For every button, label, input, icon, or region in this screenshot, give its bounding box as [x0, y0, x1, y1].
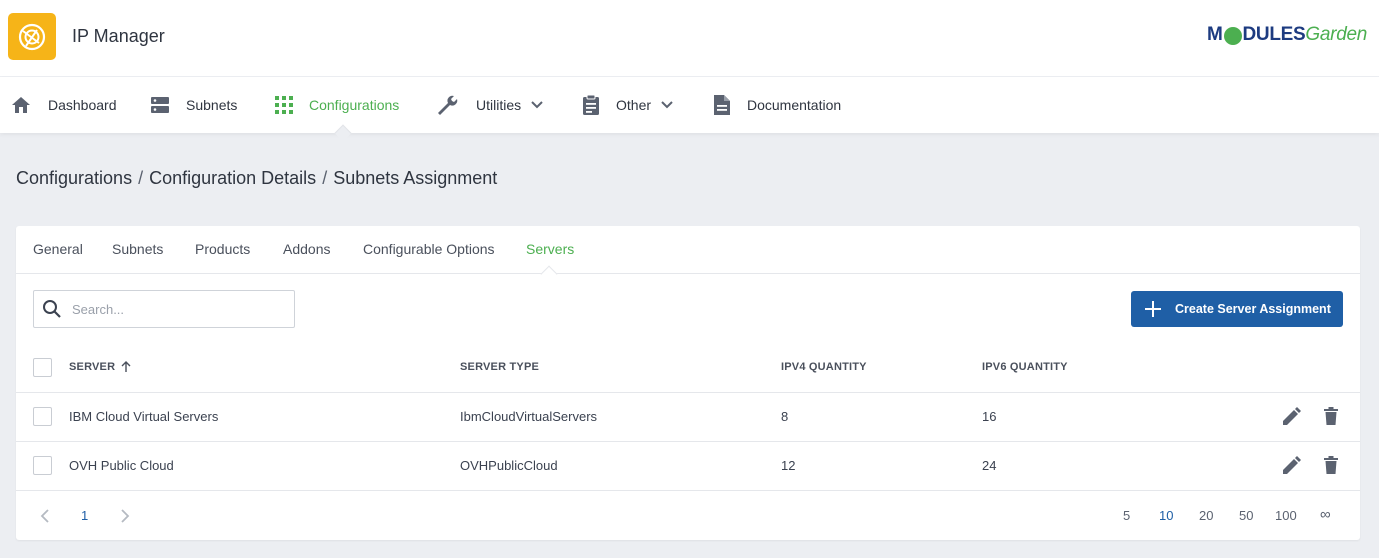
nav-item-utilities[interactable]: Utilities — [436, 77, 543, 133]
brand-text-mid: DULES — [1242, 24, 1306, 45]
nav-item-subnets[interactable]: Subnets — [150, 77, 237, 133]
nav-label: Utilities — [476, 97, 522, 113]
nav-label: Other — [616, 97, 652, 113]
cell-server: IBM Cloud Virtual Servers — [69, 409, 219, 424]
previous-page-icon[interactable] — [40, 509, 50, 523]
row-divider — [16, 392, 1360, 393]
cell-server-type: OVHPublicCloud — [460, 458, 558, 473]
tab-products[interactable]: Products — [195, 241, 250, 257]
search-input[interactable] — [72, 301, 272, 317]
row-checkbox[interactable] — [33, 456, 52, 475]
next-page-icon[interactable] — [120, 509, 130, 523]
column-header-server-type[interactable]: SERVER TYPE — [460, 361, 539, 373]
app-title: IP Manager — [72, 26, 165, 46]
column-label: SERVER — [69, 361, 116, 373]
brand-text-left: M — [1206, 24, 1223, 45]
create-server-assignment-button[interactable]: Create Server Assignment — [1131, 291, 1343, 327]
brand-text-right: Garden — [1305, 24, 1367, 45]
nav-item-configurations[interactable]: Configurations — [275, 77, 399, 133]
search-icon — [43, 300, 61, 318]
page-size-10[interactable]: 10 — [1159, 508, 1173, 523]
page-size-100[interactable]: 100 — [1275, 508, 1297, 523]
create-button-label: Create Server Assignment — [1175, 302, 1331, 316]
wrench-icon — [438, 95, 458, 115]
column-header-ipv6-quantity[interactable]: IPV6 QUANTITY — [982, 361, 1068, 373]
breadcrumb-item-configuration-details[interactable]: Configuration Details — [149, 168, 316, 188]
breadcrumb-separator: / — [138, 168, 144, 188]
cell-server-type: IbmCloudVirtualServers — [460, 409, 598, 424]
breadcrumb-item-subnets-assignment: Subnets Assignment — [333, 168, 498, 188]
nav-label: Configurations — [309, 97, 400, 113]
main-nav: Dashboard Subnets Configurations Utiliti… — [0, 77, 1379, 133]
nav-label: Dashboard — [48, 97, 117, 113]
cell-ipv6-quantity: 16 — [982, 409, 997, 424]
modulesgarden-logo[interactable]: M DULES Garden — [1207, 24, 1367, 46]
page-size-50[interactable]: 50 — [1239, 508, 1253, 523]
top-header: IP Manager M DULES Garden — [0, 0, 1379, 77]
edit-icon[interactable] — [1281, 456, 1301, 476]
chevron-down-icon — [531, 101, 543, 109]
sort-ascending-icon — [121, 361, 131, 372]
breadcrumb-item-configurations[interactable]: Configurations — [16, 168, 132, 188]
page-number-current[interactable]: 1 — [81, 508, 88, 523]
edit-icon[interactable] — [1281, 407, 1301, 427]
row-divider — [16, 441, 1360, 442]
search-box — [33, 290, 295, 328]
home-icon — [12, 97, 30, 113]
grid-icon — [275, 96, 293, 114]
plus-icon — [1145, 301, 1161, 317]
tab-subnets[interactable]: Subnets — [112, 241, 163, 257]
cell-ipv4-quantity: 12 — [781, 458, 796, 473]
nav-label: Documentation — [747, 97, 842, 113]
column-header-ipv4-quantity[interactable]: IPV4 QUANTITY — [781, 361, 867, 373]
row-checkbox[interactable] — [33, 407, 52, 426]
cell-ipv4-quantity: 8 — [781, 409, 789, 424]
row-divider — [16, 490, 1360, 491]
breadcrumb-separator: / — [322, 168, 328, 188]
cell-server: OVH Public Cloud — [69, 458, 174, 473]
select-all-checkbox[interactable] — [33, 358, 52, 377]
nav-item-other[interactable]: Other — [582, 77, 673, 133]
page-size-20[interactable]: 20 — [1199, 508, 1213, 523]
globe-icon — [1223, 27, 1242, 45]
cell-ipv6-quantity: 24 — [982, 458, 997, 473]
breadcrumb: Configurations / Configuration Details / Sub… — [16, 168, 497, 189]
delete-icon[interactable] — [1324, 456, 1338, 474]
clipboard-icon — [583, 94, 599, 115]
column-header-server[interactable]: SERVER — [69, 361, 131, 373]
nav-item-documentation[interactable]: Documentation — [713, 77, 841, 133]
page-size-all[interactable]: ∞ — [1320, 506, 1331, 523]
document-icon — [714, 95, 730, 115]
page-size-5[interactable]: 5 — [1123, 508, 1130, 523]
nav-label: Subnets — [186, 97, 238, 113]
tab-servers[interactable]: Servers — [526, 241, 574, 257]
tab-bar: General Subnets Products Addons Configur… — [16, 226, 1360, 274]
servers-card: General Subnets Products Addons Configur… — [16, 226, 1360, 540]
tab-configurable-options[interactable]: Configurable Options — [363, 241, 495, 257]
delete-icon[interactable] — [1324, 407, 1338, 425]
tab-general[interactable]: General — [33, 241, 83, 257]
chevron-down-icon — [661, 101, 673, 109]
tab-addons[interactable]: Addons — [283, 241, 330, 257]
nav-item-dashboard[interactable]: Dashboard — [10, 77, 117, 133]
ip-manager-logo-icon[interactable] — [8, 13, 56, 60]
server-icon — [151, 97, 169, 113]
